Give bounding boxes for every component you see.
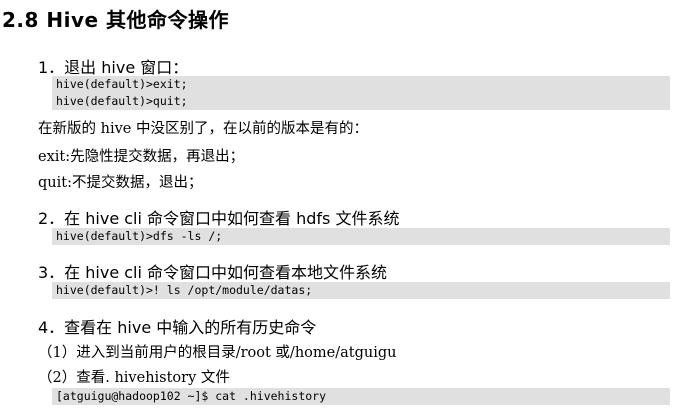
step-1-paragraph: exit:先隐性提交数据，再退出； — [38, 149, 245, 165]
code-line: hive(default)>dfs -ls /; — [56, 229, 223, 243]
step-4-code-block: [atguigu@hadoop102 ~]$ cat .hivehistory — [52, 388, 670, 405]
step-4-heading: 4．查看在 hive 中输入的所有历史命令 — [38, 318, 317, 337]
section-title: 2.8 Hive 其他命令操作 — [2, 8, 230, 32]
step-2-heading: 2．在 hive cli 命令窗口中如何查看 hdfs 文件系统 — [38, 209, 400, 228]
step-1-code-block: hive(default)>exit; hive(default)>quit; — [52, 76, 670, 110]
code-line: hive(default)>exit; — [56, 77, 188, 91]
code-line: [atguigu@hadoop102 ~]$ cat .hivehistory — [56, 389, 327, 403]
step-4-substep: （1）进入到当前用户的根目录/root 或/home/atguigu — [38, 345, 397, 361]
code-line: hive(default)>quit; — [56, 94, 188, 108]
step-2-code-block: hive(default)>dfs -ls /; — [52, 228, 670, 245]
step-3-heading: 3．在 hive cli 命令窗口中如何查看本地文件系统 — [38, 263, 388, 282]
step-1-paragraph: 在新版的 hive 中没区别了，在以前的版本是有的： — [38, 121, 368, 137]
step-4-substep: （2）查看. hivehistory 文件 — [38, 370, 230, 386]
step-1-heading: 1．退出 hive 窗口： — [38, 58, 189, 77]
step-3-code-block: hive(default)>! ls /opt/module/datas; — [52, 282, 670, 299]
code-line: hive(default)>! ls /opt/module/datas; — [56, 283, 313, 297]
step-1-paragraph: quit:不提交数据，退出； — [38, 175, 203, 191]
